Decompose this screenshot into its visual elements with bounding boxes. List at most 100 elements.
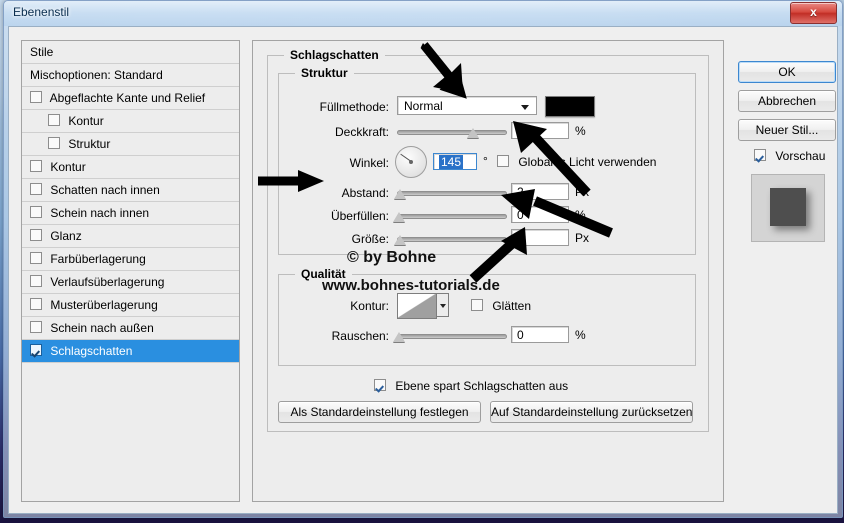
opacity-slider[interactable] [397, 125, 507, 139]
sidebar-item-label: Abgeflachte Kante und Relief [50, 91, 205, 105]
distance-slider[interactable] [397, 186, 507, 200]
checkbox-inner-shadow[interactable] [30, 183, 42, 195]
shadow-color-swatch[interactable] [545, 96, 595, 117]
sidebar-item-satin[interactable]: Glanz [22, 225, 239, 248]
size-label: Größe: [279, 232, 389, 246]
sidebar-item-inner-shadow[interactable]: Schatten nach innen [22, 179, 239, 202]
angle-dial[interactable] [395, 146, 427, 178]
checkbox-pattern-overlay[interactable] [30, 298, 42, 310]
size-slider-thumb[interactable] [394, 235, 406, 245]
opacity-label: Deckkraft: [279, 125, 389, 139]
sidebar-item-label: Verlaufsüberlagerung [50, 275, 164, 289]
noise-value: 0 [517, 328, 524, 342]
spread-input[interactable]: 0 [511, 206, 569, 223]
checkbox-bevel-emboss[interactable] [30, 91, 42, 103]
noise-slider-thumb[interactable] [393, 332, 405, 342]
sidebar-item-stroke[interactable]: Kontur [22, 156, 239, 179]
noise-slider-track [397, 334, 507, 339]
close-button[interactable]: x [790, 2, 837, 24]
sidebar-item-bevel-contour[interactable]: Kontur [22, 110, 239, 133]
opacity-input[interactable]: 70 [511, 122, 569, 139]
drop-shadow-group-title: Schlagschatten [284, 48, 385, 62]
contour-preview[interactable] [397, 293, 437, 319]
global-light-label: Globales Licht verwenden [518, 155, 656, 169]
distance-label: Abstand: [279, 186, 389, 200]
sidebar-item-label: Kontur [68, 114, 103, 128]
cancel-button[interactable]: Abbrechen [738, 90, 836, 112]
checkbox-gradient-overlay[interactable] [30, 275, 42, 287]
knockout-label: Ebene spart Schlagschatten aus [395, 379, 568, 393]
sidebar-item-label: Musterüberlagerung [50, 298, 157, 312]
checkbox-preview[interactable] [754, 149, 766, 161]
checkbox-drop-shadow[interactable] [30, 344, 42, 356]
blend-mode-dropdown[interactable]: Normal [397, 96, 537, 115]
size-slider[interactable] [397, 232, 507, 246]
blend-mode-value: Normal [404, 99, 443, 113]
checkbox-satin[interactable] [30, 229, 42, 241]
ok-button[interactable]: OK [738, 61, 836, 83]
checkbox-stroke[interactable] [30, 160, 42, 172]
spread-slider[interactable] [397, 209, 507, 223]
sidebar-item-pattern-overlay[interactable]: Musterüberlagerung [22, 294, 239, 317]
opacity-slider-track [397, 130, 507, 135]
checkbox-bevel-contour[interactable] [48, 114, 60, 126]
distance-slider-track [397, 191, 507, 196]
sidebar-item-blending-options[interactable]: Mischoptionen: Standard [22, 64, 239, 87]
checkbox-inner-glow[interactable] [30, 206, 42, 218]
sidebar-item-bevel-texture[interactable]: Struktur [22, 133, 239, 156]
preview-shape [770, 188, 806, 226]
sidebar-item-drop-shadow[interactable]: Schlagschatten [22, 340, 239, 363]
cancel-label: Abbrechen [758, 94, 816, 108]
sidebar-item-bevel-emboss[interactable]: Abgeflachte Kante und Relief [22, 87, 239, 110]
styles-header-label: Stile [30, 45, 53, 59]
sidebar-item-label: Schein nach innen [50, 206, 149, 220]
blending-options-label: Mischoptionen: Standard [30, 68, 163, 82]
distance-value: 2 [517, 185, 524, 199]
sidebar-item-gradient-overlay[interactable]: Verlaufsüberlagerung [22, 271, 239, 294]
reset-default-button[interactable]: Auf Standardeinstellung zurücksetzen [490, 401, 693, 423]
checkbox-knockout[interactable] [374, 379, 386, 391]
sidebar-item-color-overlay[interactable]: Farbüberlagerung [22, 248, 239, 271]
style-preview-thumbnail [751, 174, 825, 242]
angle-input[interactable]: 145 [433, 153, 477, 170]
make-default-button[interactable]: Als Standardeinstellung festlegen [278, 401, 481, 423]
checkbox-outer-glow[interactable] [30, 321, 42, 333]
checkbox-global-light[interactable] [497, 155, 509, 167]
sidebar-item-label: Schlagschatten [50, 344, 132, 358]
sidebar-item-label: Struktur [68, 137, 110, 151]
blend-mode-label: Füllmethode: [279, 100, 389, 114]
global-light-checkbox-row[interactable]: Globales Licht verwenden [497, 155, 656, 169]
styles-list-header: Stile [22, 41, 239, 64]
sidebar-item-label: Glanz [50, 229, 81, 243]
layer-style-dialog: Ebenenstil x Stile Mischoptionen: Standa… [3, 0, 843, 518]
checkbox-antialias[interactable] [471, 299, 483, 311]
angle-label: Winkel: [279, 156, 389, 170]
checkbox-bevel-texture[interactable] [48, 137, 60, 149]
distance-unit: Px [575, 185, 589, 199]
sidebar-item-outer-glow[interactable]: Schein nach außen [22, 317, 239, 340]
antialias-checkbox-row[interactable]: Glätten [471, 299, 531, 313]
contour-dropdown-arrow[interactable] [436, 293, 449, 317]
desktop-background: Ebenenstil x Stile Mischoptionen: Standa… [0, 0, 844, 523]
opacity-slider-thumb[interactable] [467, 128, 479, 138]
preview-checkbox-row[interactable]: Vorschau [754, 149, 825, 163]
noise-unit: % [575, 328, 586, 342]
drop-shadow-settings-panel: Schlagschatten Struktur Füllmethode: Nor… [252, 40, 724, 502]
structure-group: Struktur Füllmethode: Normal Deckkraft: [278, 73, 696, 255]
new-style-button[interactable]: Neuer Stil... [738, 119, 836, 141]
noise-slider[interactable] [397, 329, 507, 343]
title-bar: Ebenenstil x [4, 1, 842, 26]
size-input[interactable]: 5 [511, 229, 569, 246]
spread-slider-thumb[interactable] [393, 212, 405, 222]
distance-input[interactable]: 2 [511, 183, 569, 200]
angle-dial-hub [409, 160, 413, 164]
checkbox-color-overlay[interactable] [30, 252, 42, 264]
opacity-value: 70 [517, 124, 530, 138]
structure-group-title: Struktur [295, 66, 354, 80]
distance-slider-thumb[interactable] [394, 189, 406, 199]
knockout-checkbox-row[interactable]: Ebene spart Schlagschatten aus [374, 379, 568, 393]
ok-label: OK [778, 65, 795, 79]
sidebar-item-inner-glow[interactable]: Schein nach innen [22, 202, 239, 225]
noise-input[interactable]: 0 [511, 326, 569, 343]
size-value: 5 [517, 231, 524, 245]
